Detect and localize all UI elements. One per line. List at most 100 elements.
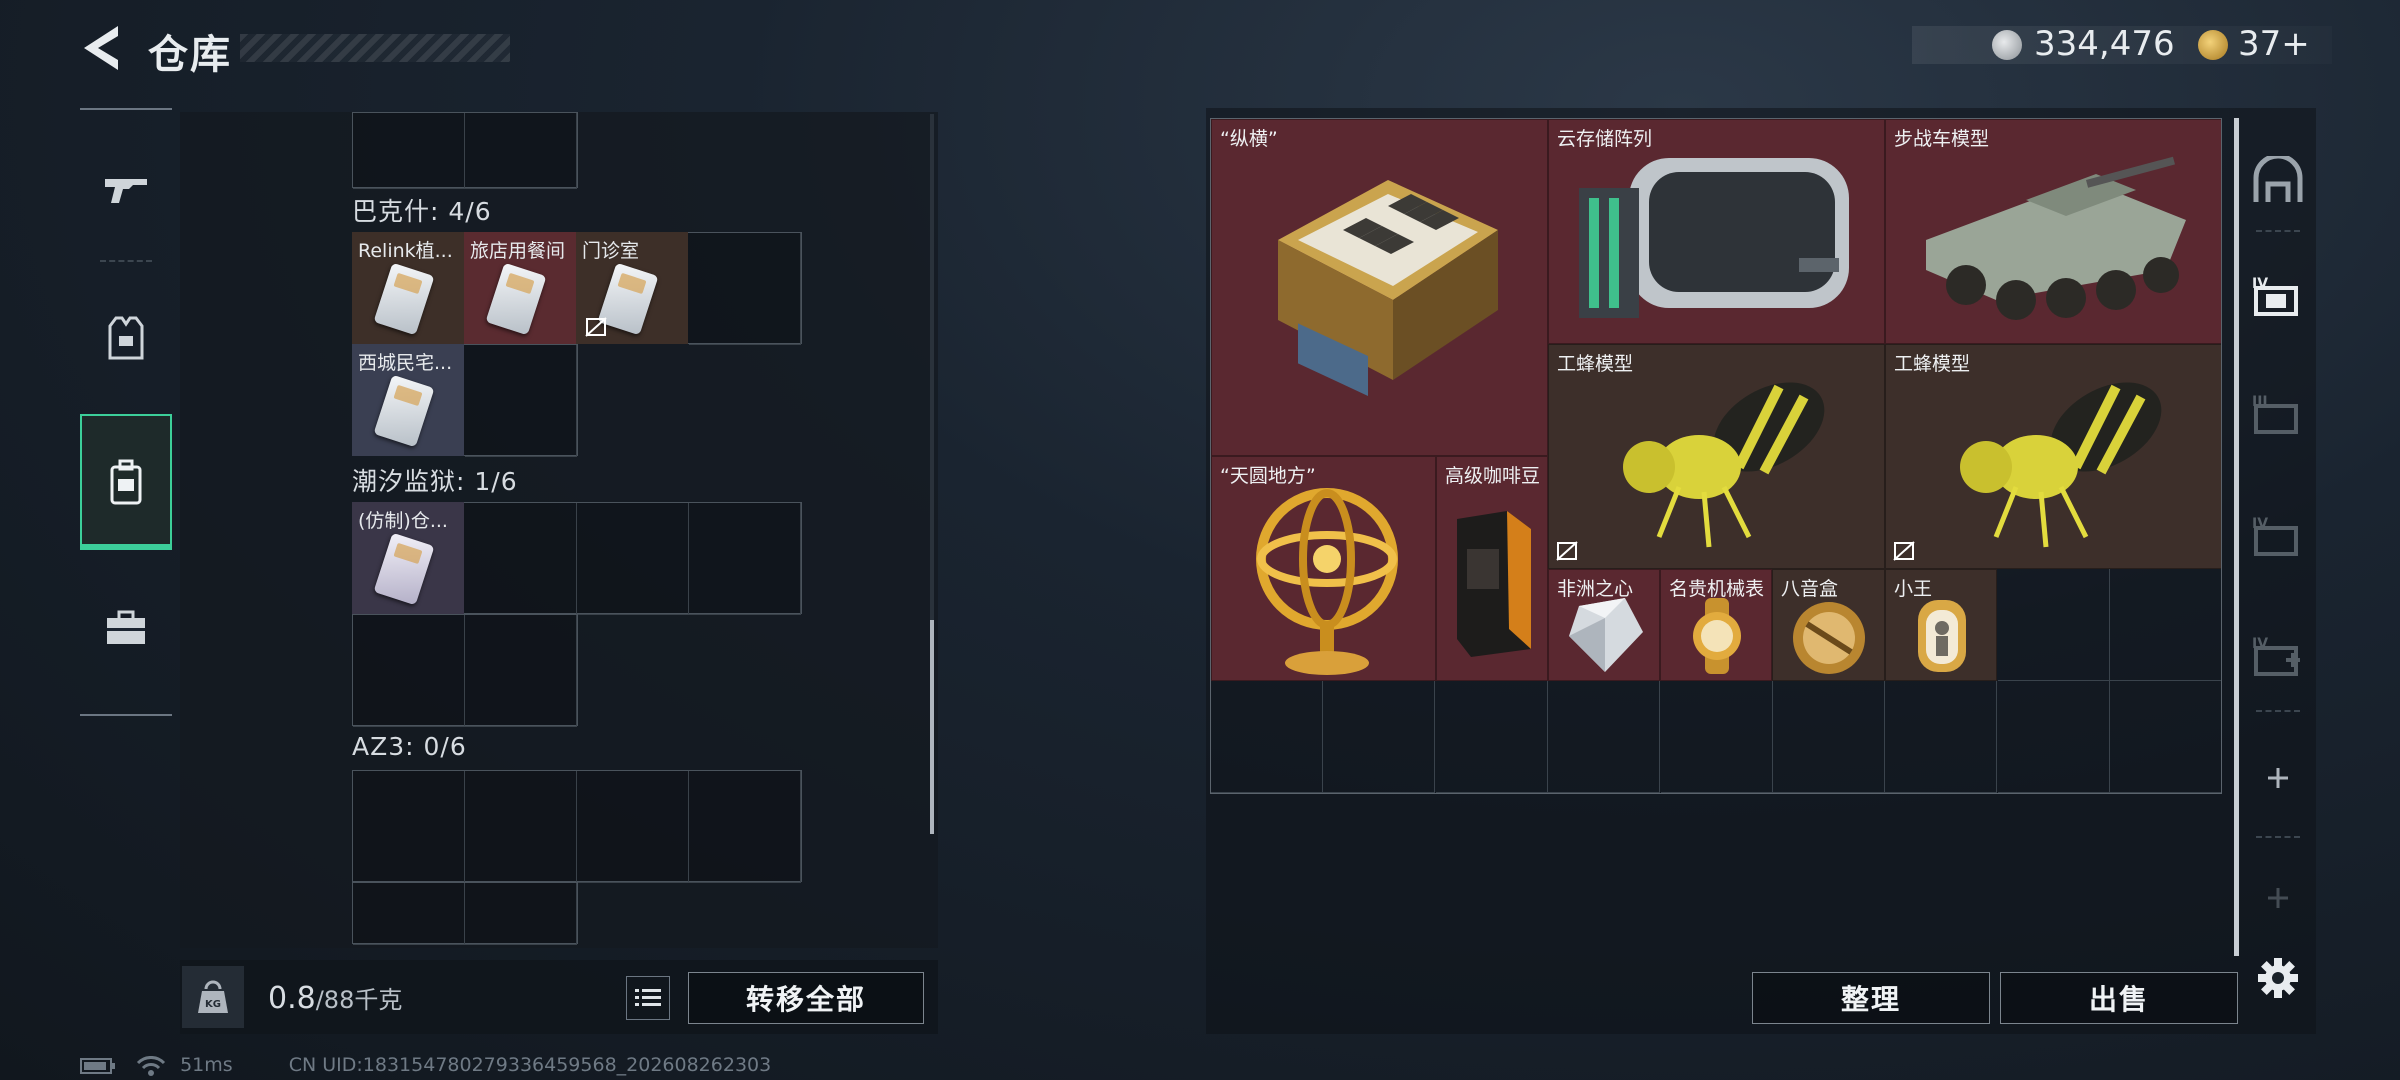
item-label: “纵横” [1220, 128, 1278, 150]
armillary-image [1256, 488, 1398, 675]
item-label: 非洲之心 [1557, 578, 1634, 600]
stash-level-icon: IV [2252, 276, 2298, 316]
kg-weight-icon: KG [198, 980, 228, 1013]
section-label-az3: AZ3: 0/6 [352, 732, 467, 761]
item-ifv-model[interactable]: 步战车模型 [1885, 119, 2221, 344]
sell-button[interactable]: 出售 [2000, 972, 2238, 1024]
stash-tab-4a[interactable]: IV [2250, 266, 2306, 322]
silver-amount: 334,476 [2034, 24, 2175, 64]
stash-cell[interactable] [2110, 681, 2221, 793]
settings-button[interactable] [2250, 950, 2306, 1006]
item-relink[interactable]: Relink植... [352, 232, 464, 344]
item-armillary-sphere[interactable]: “天圆地方” [1211, 456, 1436, 681]
item-label: (仿制)仓... [358, 510, 448, 532]
plus-icon [2268, 768, 2288, 788]
section-label-tidal-prison: 潮汐监狱: 1/6 [352, 467, 518, 496]
item-replica[interactable]: (仿制)仓... [352, 502, 464, 614]
divider [100, 260, 152, 262]
section-label-bakesh: 巴克什: 4/6 [352, 197, 492, 226]
sort-button[interactable]: 整理 [1752, 972, 1990, 1024]
scrollbar-thumb[interactable] [930, 620, 934, 834]
item-clinic[interactable]: 门诊室 [576, 232, 688, 344]
king-card-image [1918, 600, 1966, 672]
uid-readout: CN UID:1831547802793364595​68_2026082623… [288, 1054, 772, 1076]
stash-level-icon: IV [2252, 516, 2298, 556]
ifv-model-image [1926, 156, 2186, 320]
item-label: “天圆地方” [1220, 465, 1316, 487]
grid-partial-top [352, 112, 578, 189]
item-worker-bee-model-1[interactable]: 工蜂模型 [1548, 344, 1885, 569]
stash-tab-main[interactable] [2250, 152, 2306, 208]
coffee-bag-image [1457, 511, 1531, 657]
grid-tidal-row2 [352, 614, 578, 727]
item-heart-of-africa[interactable]: 非洲之心 [1548, 569, 1660, 681]
stash-cell[interactable] [1323, 681, 1436, 793]
no-trade-icon [1556, 541, 1578, 561]
stash-cell[interactable] [1211, 681, 1323, 793]
diamond-image [1569, 598, 1643, 672]
page-title: 仓库 [148, 32, 232, 78]
item-worker-bee-model-2[interactable]: 工蜂模型 [1885, 344, 2221, 569]
stash-scrollbar-thumb[interactable] [2234, 118, 2239, 956]
stash-tab-4b[interactable]: IV [2250, 506, 2306, 562]
grid-az3-row1 [352, 770, 802, 883]
stash-cell[interactable] [1997, 568, 2110, 681]
stash-cell[interactable] [2110, 569, 2221, 681]
gold-amount[interactable]: 37+ [2238, 24, 2310, 64]
list-view-button[interactable] [626, 976, 670, 1020]
stash-cell[interactable] [1885, 681, 1998, 793]
stash-cell[interactable] [1548, 681, 1661, 793]
add-stash-button-disabled[interactable] [2250, 870, 2306, 926]
back-arrow-icon[interactable] [78, 22, 124, 74]
divider [2256, 230, 2300, 232]
music-box-image [1793, 602, 1865, 674]
item-label: 门诊室 [582, 240, 640, 262]
sidebar-item-toolbox[interactable] [80, 560, 172, 696]
stash-cell[interactable] [1997, 681, 2110, 793]
vest-icon [108, 316, 144, 360]
sidebar-item-containers[interactable] [80, 414, 172, 550]
no-trade-icon [1893, 541, 1915, 561]
bee-model-image [1960, 382, 2162, 548]
list-icon [635, 989, 661, 1006]
item-hotel-dining[interactable]: 旅店用餐间 [464, 232, 576, 344]
stash-grid: “纵横” 云存储阵列 步战车模型 工蜂模型 工蜂模型 “天圆地方” 高级咖啡豆 … [1210, 118, 2222, 794]
cloud-storage-image [1579, 158, 1849, 318]
stash-level-icon: IV [2252, 636, 2300, 676]
stash-tab-4c[interactable]: IV [2250, 626, 2306, 682]
item-music-box[interactable]: 八音盒 [1772, 569, 1885, 681]
item-little-king[interactable]: 小王 [1885, 569, 1997, 681]
item-chess-set[interactable]: “纵横” [1211, 119, 1548, 456]
no-trade-icon [585, 317, 607, 337]
backpack-icon [110, 459, 142, 505]
item-cloud-storage[interactable]: 云存储阵列 [1548, 119, 1885, 344]
plus-icon [2268, 888, 2288, 908]
gear-icon [2258, 958, 2298, 998]
status-bar: 51ms CN UID:1831547802793364595​68_20260… [80, 1054, 771, 1076]
wifi-icon [136, 1055, 166, 1076]
item-label: Relink植... [358, 240, 453, 262]
sidebar-item-weapons[interactable] [80, 122, 172, 258]
transfer-all-button[interactable]: 转移全部 [688, 972, 924, 1024]
item-label: 旅店用餐间 [470, 240, 566, 262]
add-stash-button[interactable] [2250, 750, 2306, 806]
battery-icon [80, 1057, 115, 1074]
item-label: 西城民宅... [358, 352, 453, 374]
grid-az3-row2 [352, 882, 578, 945]
stash-cell[interactable] [1773, 681, 1885, 793]
gold-coin-icon[interactable] [2198, 30, 2228, 60]
stash-level-icon: III [2252, 394, 2298, 434]
watch-image [1693, 598, 1741, 674]
vault-icon [2253, 156, 2303, 202]
svg-text:KG: KG [205, 999, 221, 1010]
stash-cell[interactable] [1660, 681, 1773, 793]
sidebar-item-armor[interactable] [80, 270, 172, 406]
item-luxury-watch[interactable]: 名贵机械表 [1660, 569, 1772, 681]
item-label: 八音盒 [1781, 578, 1839, 600]
item-premium-coffee[interactable]: 高级咖啡豆 [1436, 456, 1548, 681]
stash-tab-3[interactable]: III [2250, 384, 2306, 440]
item-xicheng[interactable]: 西城民宅... [352, 344, 464, 456]
silver-coin-icon [1992, 30, 2022, 60]
stash-cell[interactable] [1435, 681, 1548, 793]
divider [2256, 836, 2300, 838]
